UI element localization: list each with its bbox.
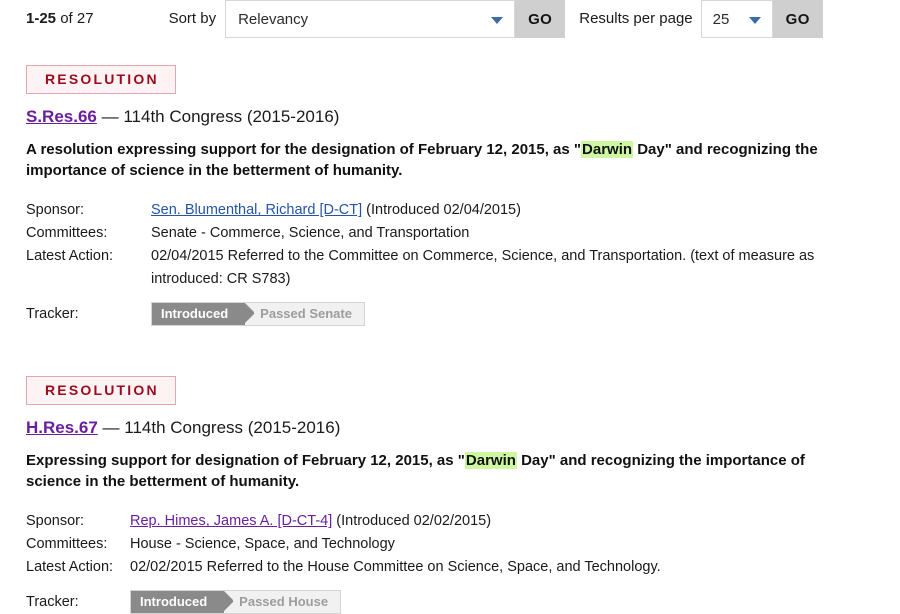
latest-action-text: 02/04/2015 Referred to the Committee on …: [151, 248, 815, 288]
sponsor-introduced-date: (Introduced 02/04/2015): [362, 202, 521, 219]
latest-action-value: 02/04/2015 Referred to the Committee on …: [151, 245, 886, 291]
committees-text: Senate - Commerce, Science, and Transpor…: [151, 225, 470, 242]
tracker-step-pending: Passed House: [233, 591, 341, 614]
bill-congress-label: — 114th Congress (2015-2016): [96, 107, 340, 127]
results-per-page-go-button[interactable]: GO: [772, 0, 823, 38]
latest-action: Latest Action: 02/02/2015 Referred to the…: [26, 556, 900, 579]
result-type-badge: RESOLUTION: [26, 376, 176, 406]
sponsor-value: Sen. Blumenthal, Richard [D-CT] (Introdu…: [151, 199, 886, 222]
bill-number-link[interactable]: S.Res.66: [26, 107, 97, 126]
committees-text: House - Science, Space, and Technology: [130, 536, 395, 553]
committees-value: Senate - Commerce, Science, and Transpor…: [151, 222, 886, 245]
tracker-label: Tracker:: [26, 593, 79, 610]
tracker-label: Tracker:: [26, 305, 79, 322]
results-per-page-select[interactable]: 25: [700, 0, 773, 38]
latest-action-label: Latest Action:: [26, 248, 114, 265]
tracker-step-pending: Passed Senate: [254, 303, 364, 325]
result-count-range: 1-25: [26, 10, 57, 27]
search-term-highlight: Darwin: [464, 451, 517, 469]
search-result-item: RESOLUTION H.Res.67 — 114th Congress (201…: [26, 326, 900, 614]
results-per-page-selected-value: 25: [712, 10, 730, 28]
committees: Committees: Senate - Commerce, Science, a…: [26, 222, 900, 245]
bill-metadata: Sponsor: Sen. Blumenthal, Richard [D-CT] …: [26, 199, 900, 326]
results-toolbar: 1-25 of 27 Sort by Relevancy GO Results …: [0, 0, 900, 40]
tracker: Tracker: Introduced Passed House: [26, 590, 900, 614]
search-term-highlight: Darwin: [581, 140, 634, 158]
bill-congress-label: — 114th Congress (2015-2016): [97, 418, 341, 438]
bill-title: A resolution expressing support for the …: [26, 139, 864, 182]
sponsor-introduced-date: (Introduced 02/02/2015): [332, 513, 492, 530]
result-count: 1-25 of 27: [26, 0, 94, 38]
bill-title-text: Expressing support for designation of Fe…: [26, 451, 465, 469]
bill-line: S.Res.66 — 114th Congress (2015-2016): [26, 107, 900, 127]
bill-number-link[interactable]: H.Res.67: [26, 418, 98, 437]
tracker-step-completed: Introduced: [152, 303, 256, 325]
sort-by-selected-value: Relevancy: [238, 10, 309, 28]
committees-label: Committees:: [26, 225, 108, 242]
chevron-down-icon: [748, 17, 761, 24]
sponsor-value: Rep. Himes, James A. [D-CT-4] (Introduce…: [130, 510, 865, 533]
chevron-down-icon: [491, 17, 504, 24]
search-result-item: RESOLUTION S.Res.66 — 114th Congress (201…: [26, 40, 900, 326]
tracker-value: Introduced Passed Senate: [151, 302, 886, 326]
bill-progress-tracker[interactable]: Introduced Passed Senate: [151, 302, 365, 326]
sort-by-select[interactable]: Relevancy: [225, 0, 516, 38]
sponsor-link[interactable]: Sen. Blumenthal, Richard [D-CT]: [151, 202, 362, 218]
results-per-page-group: Results per page 25 GO: [579, 0, 823, 38]
tracker-step-completed: Introduced: [131, 591, 235, 614]
bill-line: H.Res.67 — 114th Congress (2015-2016): [26, 418, 900, 438]
sort-by-group: Sort by Relevancy GO: [169, 0, 566, 38]
sort-by-label: Sort by: [168, 10, 217, 27]
result-type-badge: RESOLUTION: [26, 65, 176, 95]
committees: Committees: House - Science, Space, and T…: [26, 533, 900, 556]
sponsor: Sponsor: Sen. Blumenthal, Richard [D-CT] …: [26, 199, 900, 222]
sponsor-label: Sponsor:: [26, 513, 85, 530]
bill-title-text: A resolution expressing support for the …: [26, 140, 582, 158]
sponsor: Sponsor: Rep. Himes, James A. [D-CT-4] (I…: [26, 510, 900, 533]
committees-label: Committees:: [26, 536, 108, 553]
latest-action-text: 02/02/2015 Referred to the House Committ…: [130, 559, 661, 576]
committees-value: House - Science, Space, and Technology: [130, 533, 865, 556]
sort-by-go-button[interactable]: GO: [515, 0, 566, 38]
latest-action-label: Latest Action:: [26, 559, 114, 576]
latest-action: Latest Action: 02/04/2015 Referred to the…: [26, 245, 900, 291]
latest-action-value: 02/02/2015 Referred to the House Committ…: [130, 556, 865, 579]
results-per-page-label: Results per page: [579, 10, 693, 27]
bill-title: Expressing support for designation of Fe…: [26, 450, 864, 493]
tracker-value: Introduced Passed House: [130, 590, 865, 614]
bill-progress-tracker[interactable]: Introduced Passed House: [130, 590, 342, 614]
bill-metadata: Sponsor: Rep. Himes, James A. [D-CT-4] (I…: [26, 510, 900, 614]
search-results-list: RESOLUTION S.Res.66 — 114th Congress (201…: [0, 40, 900, 614]
result-count-total: of 27: [56, 10, 94, 27]
sponsor-label: Sponsor:: [26, 202, 85, 219]
sponsor-link[interactable]: Rep. Himes, James A. [D-CT-4]: [130, 513, 332, 529]
tracker: Tracker: Introduced Passed Senate: [26, 302, 900, 326]
